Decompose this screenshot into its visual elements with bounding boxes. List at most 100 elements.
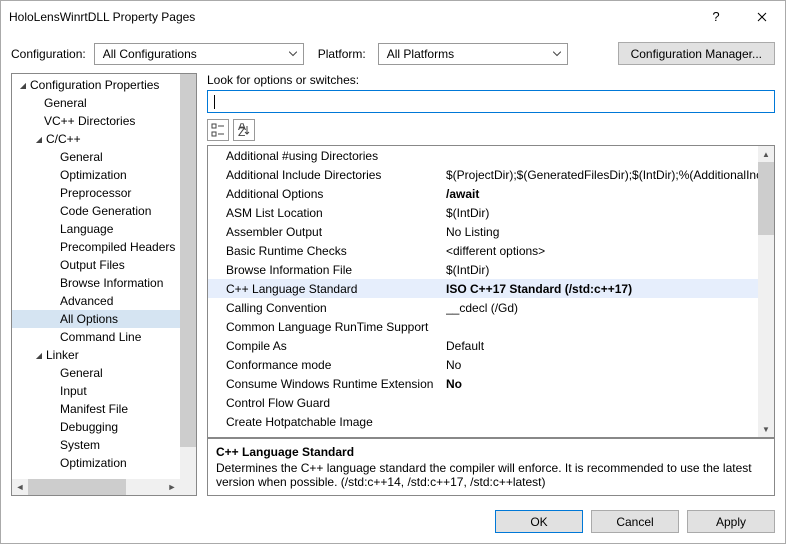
scrollbar-thumb[interactable] bbox=[180, 74, 196, 447]
property-grid: Additional #using Directories Additional … bbox=[207, 145, 775, 438]
property-row[interactable]: ASM List Location$(IntDir) bbox=[208, 203, 758, 222]
tree-item[interactable]: Command Line bbox=[12, 328, 180, 346]
scroll-up-icon[interactable]: ▲ bbox=[758, 146, 774, 162]
tree-item[interactable]: Code Generation bbox=[12, 202, 180, 220]
property-name: Additional Include Directories bbox=[226, 168, 446, 182]
property-value[interactable]: $(ProjectDir);$(GeneratedFilesDir);$(Int… bbox=[446, 168, 758, 182]
dialog-buttons: OK Cancel Apply bbox=[1, 502, 785, 543]
property-value[interactable]: /await bbox=[446, 187, 758, 201]
scrollbar-track[interactable] bbox=[758, 162, 774, 421]
property-name: Additional Options bbox=[226, 187, 446, 201]
property-row[interactable]: Conformance modeNo bbox=[208, 355, 758, 374]
tree-item-label: General bbox=[60, 150, 103, 164]
property-row[interactable]: Control Flow Guard bbox=[208, 393, 758, 412]
property-row[interactable]: Compile AsDefault bbox=[208, 336, 758, 355]
tree-item[interactable]: Input bbox=[12, 382, 180, 400]
scrollbar-corner bbox=[180, 479, 196, 495]
configuration-label: Configuration: bbox=[11, 47, 86, 61]
platform-combo[interactable]: All Platforms bbox=[378, 43, 568, 65]
configuration-combo[interactable]: All Configurations bbox=[94, 43, 304, 65]
property-row[interactable]: Additional #using Directories bbox=[208, 146, 758, 165]
help-button[interactable]: ? bbox=[693, 1, 739, 32]
property-value[interactable]: Default bbox=[446, 339, 758, 353]
tree-item-label: Advanced bbox=[60, 294, 113, 308]
property-value[interactable]: $(IntDir) bbox=[446, 263, 758, 277]
tree-item[interactable]: General bbox=[12, 148, 180, 166]
tree-item[interactable]: Language bbox=[12, 220, 180, 238]
property-value[interactable]: No bbox=[446, 358, 758, 372]
tree-item[interactable]: Manifest File bbox=[12, 400, 180, 418]
tree-item-label: Optimization bbox=[60, 456, 127, 470]
tree-item[interactable]: Advanced bbox=[12, 292, 180, 310]
tree-root[interactable]: ◢ Configuration Properties bbox=[12, 76, 180, 94]
tree-item[interactable]: Debugging bbox=[12, 418, 180, 436]
tree-item-label: Browse Information bbox=[60, 276, 163, 290]
property-value[interactable]: $(IntDir) bbox=[446, 206, 758, 220]
grid-vertical-scrollbar[interactable]: ▲ ▼ bbox=[758, 146, 774, 437]
property-row[interactable]: Browse Information File$(IntDir) bbox=[208, 260, 758, 279]
categorized-icon bbox=[211, 123, 225, 137]
tree-item[interactable]: Output Files bbox=[12, 256, 180, 274]
tree-item[interactable]: ◢C/C++ bbox=[12, 130, 180, 148]
tree-item-label: Output Files bbox=[60, 258, 125, 272]
property-value[interactable]: No Listing bbox=[446, 225, 758, 239]
dialog-window: HoloLensWinrtDLL Property Pages ? Config… bbox=[0, 0, 786, 544]
scrollbar-track[interactable] bbox=[28, 479, 164, 495]
property-value[interactable]: __cdecl (/Gd) bbox=[446, 301, 758, 315]
property-name: Additional #using Directories bbox=[226, 149, 446, 163]
tree-item-label: Input bbox=[60, 384, 87, 398]
scrollbar-thumb[interactable] bbox=[758, 162, 774, 235]
property-name: Calling Convention bbox=[226, 301, 446, 315]
tree-item-label: Command Line bbox=[60, 330, 141, 344]
ok-button[interactable]: OK bbox=[495, 510, 583, 533]
property-row[interactable]: Additional Options/await bbox=[208, 184, 758, 203]
description-panel: C++ Language Standard Determines the C++… bbox=[207, 438, 775, 496]
tree-item[interactable]: General bbox=[12, 94, 180, 112]
categorized-button[interactable] bbox=[207, 119, 229, 141]
property-row[interactable]: Additional Include Directories$(ProjectD… bbox=[208, 165, 758, 184]
tree-item[interactable]: Preprocessor bbox=[12, 184, 180, 202]
close-icon bbox=[757, 12, 767, 22]
property-row[interactable]: Assembler OutputNo Listing bbox=[208, 222, 758, 241]
scroll-down-icon[interactable]: ▼ bbox=[758, 421, 774, 437]
property-name: Basic Runtime Checks bbox=[226, 244, 446, 258]
tree-item[interactable]: System bbox=[12, 436, 180, 454]
scroll-left-icon[interactable]: ◄ bbox=[12, 479, 28, 495]
tree-item[interactable]: ◢Linker bbox=[12, 346, 180, 364]
platform-value: All Platforms bbox=[387, 47, 454, 61]
property-value[interactable]: No bbox=[446, 377, 758, 391]
tree-item-label: Optimization bbox=[60, 168, 127, 182]
property-row[interactable]: Calling Convention__cdecl (/Gd) bbox=[208, 298, 758, 317]
tree-item[interactable]: Optimization bbox=[12, 166, 180, 184]
alphabetical-button[interactable]: AZ bbox=[233, 119, 255, 141]
property-row[interactable]: Common Language RunTime Support bbox=[208, 317, 758, 336]
tree-item[interactable]: All Options bbox=[12, 310, 180, 328]
property-row[interactable]: Basic Runtime Checks<different options> bbox=[208, 241, 758, 260]
tree-item[interactable]: Optimization bbox=[12, 454, 180, 472]
tree-item-label: Precompiled Headers bbox=[60, 240, 175, 254]
property-value[interactable]: ISO C++17 Standard (/std:c++17) bbox=[446, 282, 758, 296]
property-row[interactable]: C++ Language StandardISO C++17 Standard … bbox=[208, 279, 758, 298]
configuration-manager-button[interactable]: Configuration Manager... bbox=[618, 42, 775, 65]
search-input[interactable] bbox=[207, 90, 775, 113]
tree-item[interactable]: Browse Information bbox=[12, 274, 180, 292]
close-button[interactable] bbox=[739, 1, 785, 32]
tree-item[interactable]: General bbox=[12, 364, 180, 382]
tree-item-label: Linker bbox=[46, 348, 79, 362]
tree-item[interactable]: Precompiled Headers bbox=[12, 238, 180, 256]
scrollbar-thumb[interactable] bbox=[28, 479, 126, 495]
tree-vertical-scrollbar[interactable] bbox=[180, 74, 196, 479]
property-value[interactable]: <different options> bbox=[446, 244, 758, 258]
grid-toolbar: AZ bbox=[207, 119, 775, 141]
cancel-button[interactable]: Cancel bbox=[591, 510, 679, 533]
apply-button[interactable]: Apply bbox=[687, 510, 775, 533]
tree-item-label: System bbox=[60, 438, 100, 452]
property-row[interactable]: Create Hotpatchable Image bbox=[208, 412, 758, 431]
expander-open-icon: ◢ bbox=[18, 81, 28, 90]
tree-item-label: Manifest File bbox=[60, 402, 128, 416]
property-row[interactable]: Consume Windows Runtime ExtensionNo bbox=[208, 374, 758, 393]
tree-item[interactable]: VC++ Directories bbox=[12, 112, 180, 130]
tree-horizontal-scrollbar[interactable]: ◄ ► bbox=[12, 479, 180, 495]
right-panel: Look for options or switches: AZ Additio… bbox=[207, 73, 775, 496]
scroll-right-icon[interactable]: ► bbox=[164, 479, 180, 495]
